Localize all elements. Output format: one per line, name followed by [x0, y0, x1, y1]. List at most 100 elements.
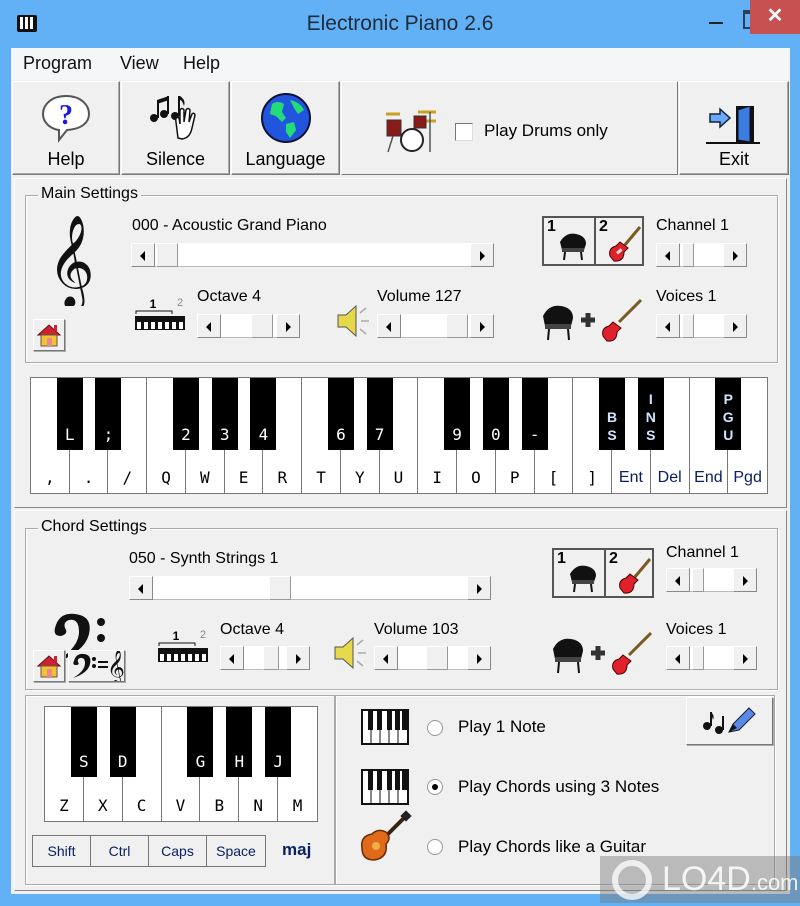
black-key[interactable]: INS	[637, 378, 664, 450]
chord-octave-slider[interactable]	[220, 646, 310, 670]
chord-piano-keyboard[interactable]: ZXCVBNMSDGHJ	[44, 706, 318, 822]
shift-key-button[interactable]: Shift	[32, 835, 91, 867]
chord-volume-right-arrow[interactable]	[467, 646, 491, 670]
caps-key-button[interactable]: Caps	[148, 835, 207, 867]
black-key[interactable]: 6	[327, 378, 354, 450]
svg-text:𝄞: 𝄞	[107, 651, 124, 681]
ctrl-key-button[interactable]: Ctrl	[90, 835, 149, 867]
main-voices-slider[interactable]	[656, 314, 747, 338]
chord-channel-right-arrow[interactable]	[733, 568, 757, 592]
main-channel-left-arrow[interactable]	[656, 243, 680, 267]
chord-editor-button[interactable]	[686, 697, 773, 745]
drum-kit-icon	[386, 110, 436, 153]
black-key[interactable]: BS	[599, 378, 626, 450]
menu-program[interactable]: Program	[23, 53, 92, 74]
main-volume-slider[interactable]	[377, 314, 494, 338]
window-client: Program View Help ? Help Silence Languag…	[11, 48, 790, 894]
main-channel-slider[interactable]	[656, 243, 747, 267]
main-instrument-slider[interactable]	[131, 243, 494, 267]
chord-instrument-slider[interactable]	[129, 576, 491, 600]
black-key[interactable]: 9	[444, 378, 471, 450]
main-channel-selector[interactable]: 1 2	[542, 216, 644, 266]
main-piano-keyboard[interactable]: ,. / Q W E R T Y U I O P[] Ent Del End Pgd L; 2 3 4 6 7 9 0- B S I…	[30, 377, 768, 494]
chord-home-button[interactable]	[33, 650, 65, 682]
space-key-button[interactable]: Space	[206, 835, 266, 867]
menu-view[interactable]: View	[120, 53, 159, 74]
main-channel-thumb[interactable]	[682, 243, 694, 267]
black-key[interactable]: ;	[95, 378, 122, 450]
black-key[interactable]: S	[70, 707, 97, 777]
bass-equals-treble-button[interactable]: 𝄞	[68, 650, 125, 686]
main-volume-thumb[interactable]	[446, 314, 468, 338]
chord-channel-thumb[interactable]	[692, 568, 704, 592]
main-volume-speaker-icon	[337, 304, 369, 338]
main-octave-left-arrow[interactable]	[197, 314, 221, 338]
black-key[interactable]: D	[109, 707, 136, 777]
black-key[interactable]: J	[265, 707, 292, 777]
menu-bar: Program View Help	[11, 48, 790, 80]
main-volume-right-arrow[interactable]	[470, 314, 494, 338]
black-key[interactable]: 7	[366, 378, 393, 450]
window-title: Electronic Piano 2.6	[306, 12, 494, 35]
chord-instrument-left-arrow[interactable]	[129, 576, 153, 600]
chord-channel-selector[interactable]: 1 2	[552, 548, 654, 598]
main-octave-label: Octave 4	[197, 288, 262, 305]
main-instrument-thumb[interactable]	[156, 243, 178, 267]
black-key[interactable]: H	[226, 707, 253, 777]
channel-piano-option[interactable]: 1	[544, 218, 594, 264]
main-home-button[interactable]	[33, 319, 65, 351]
chord-voices-right-arrow[interactable]	[733, 646, 757, 670]
chord-volume-speaker-icon	[334, 636, 366, 670]
language-button[interactable]: Language	[231, 81, 340, 175]
main-volume-left-arrow[interactable]	[377, 314, 401, 338]
help-label: Help	[47, 149, 85, 169]
main-octave-thumb[interactable]	[251, 314, 273, 338]
main-instrument-right-arrow[interactable]	[470, 243, 494, 267]
play-1-note-label: Play 1 Note	[458, 717, 546, 736]
play-chords-3-notes-radio[interactable]	[427, 779, 443, 795]
black-key[interactable]: G	[187, 707, 214, 777]
channel-guitar-option[interactable]: 2	[604, 550, 654, 596]
channel-piano-option[interactable]: 1	[554, 550, 604, 596]
main-octave-right-arrow[interactable]	[276, 314, 300, 338]
chord-octave-left-arrow[interactable]	[220, 646, 244, 670]
chord-voices-slider[interactable]	[666, 646, 757, 670]
chord-channel-left-arrow[interactable]	[666, 568, 690, 592]
exit-button[interactable]: Exit	[679, 81, 789, 175]
main-voices-left-arrow[interactable]	[656, 314, 680, 338]
menu-help[interactable]: Help	[183, 53, 220, 74]
black-key[interactable]: -	[521, 378, 548, 450]
chord-volume-label: Volume 103	[374, 621, 459, 638]
play-drums-checkbox[interactable]	[455, 123, 473, 141]
close-button[interactable]: ✕	[750, 0, 800, 34]
main-voices-thumb[interactable]	[682, 314, 694, 338]
chord-instrument-thumb[interactable]	[269, 576, 291, 600]
main-channel-right-arrow[interactable]	[723, 243, 747, 267]
chord-octave-thumb[interactable]	[263, 646, 279, 670]
minimize-button[interactable]	[698, 0, 734, 34]
help-button[interactable]: ? Help	[12, 81, 120, 175]
black-key[interactable]: 2	[172, 378, 199, 450]
chord-voices-thumb[interactable]	[692, 646, 704, 670]
channel-guitar-option[interactable]: 2	[594, 218, 644, 264]
play-chords-guitar-radio[interactable]	[427, 839, 443, 855]
chord-voices-left-arrow[interactable]	[666, 646, 690, 670]
main-instrument-left-arrow[interactable]	[131, 243, 155, 267]
black-key[interactable]: 0	[482, 378, 509, 450]
help-icon: ?	[41, 94, 91, 143]
chord-volume-left-arrow[interactable]	[374, 646, 398, 670]
chord-instrument-right-arrow[interactable]	[467, 576, 491, 600]
main-voices-right-arrow[interactable]	[723, 314, 747, 338]
black-key[interactable]: L	[56, 378, 83, 450]
main-octave-slider[interactable]	[197, 314, 300, 338]
chord-octave-right-arrow[interactable]	[286, 646, 310, 670]
chord-volume-thumb[interactable]	[426, 646, 448, 670]
silence-icon	[149, 96, 196, 140]
silence-button[interactable]: Silence	[121, 81, 230, 175]
chord-channel-slider[interactable]	[666, 568, 757, 592]
black-key[interactable]: 3	[211, 378, 238, 450]
chord-volume-slider[interactable]	[374, 646, 491, 670]
black-key[interactable]: PGU	[715, 378, 742, 450]
black-key[interactable]: 4	[250, 378, 277, 450]
play-1-note-radio[interactable]	[427, 720, 443, 736]
